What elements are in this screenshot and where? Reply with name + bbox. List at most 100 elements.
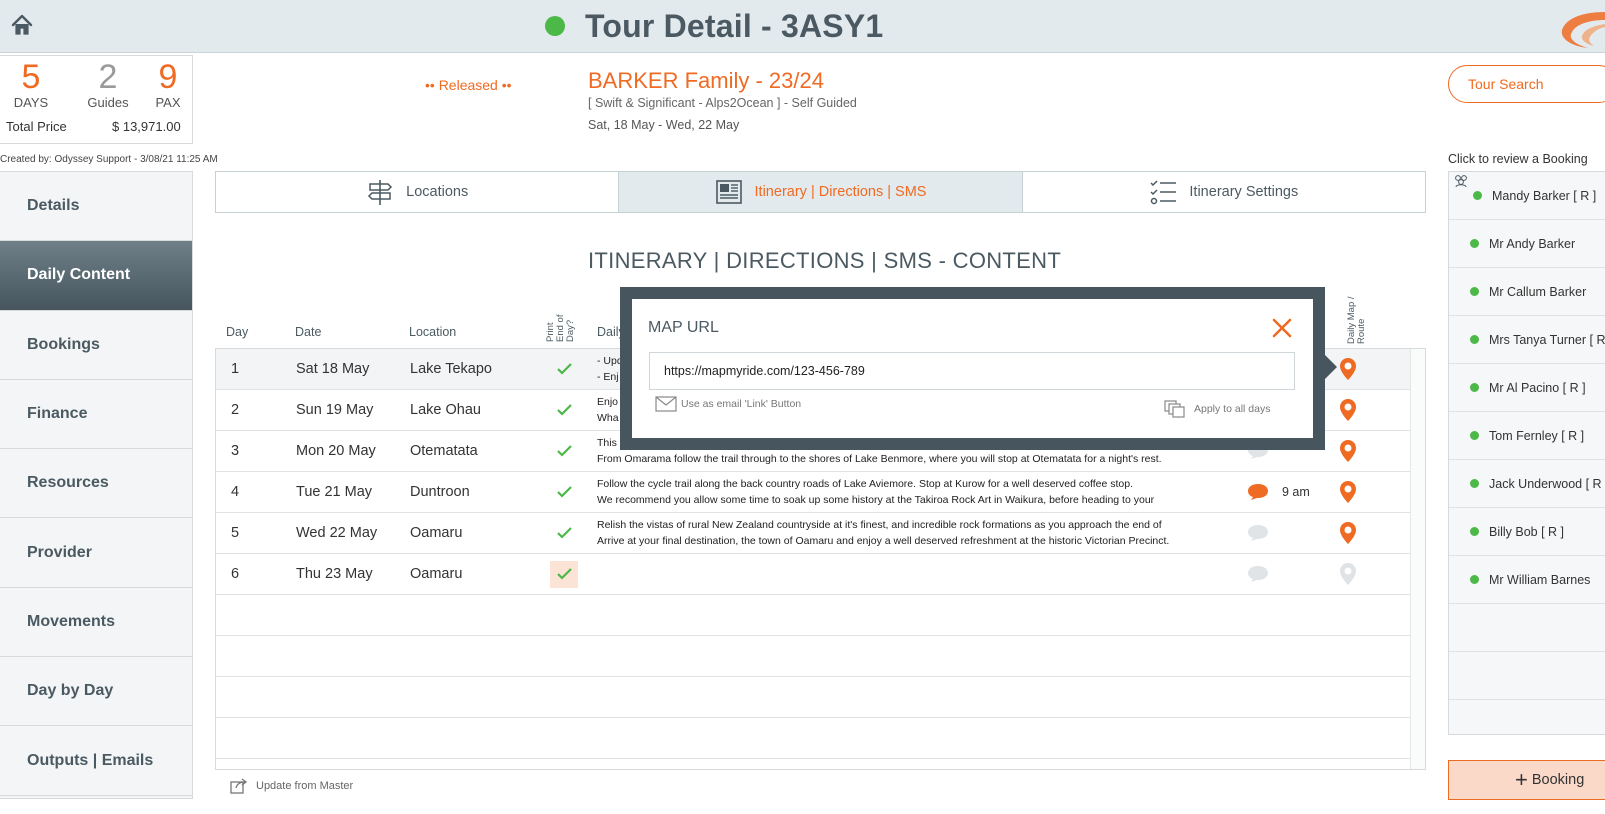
sms-time: 9 am (1282, 485, 1310, 499)
day-location: Oamaru (410, 525, 463, 541)
sidebar-item-movements[interactable]: Movements (0, 587, 192, 658)
booking-item[interactable]: Mr Al Pacino [ R ] (1449, 364, 1605, 412)
checkbox[interactable] (550, 560, 578, 588)
day-date: Sun 19 May (296, 402, 374, 418)
booking-item[interactable]: Mr Andy Barker (1449, 220, 1605, 268)
daily-content-line-2: Arrive at your final destination, the to… (597, 535, 1170, 547)
apply-to-all-days-label: Apply to all days (1194, 403, 1271, 415)
tab-locations-label: Locations (406, 184, 469, 200)
tour-name: BARKER Family - 23/24 (588, 68, 824, 93)
booking-item[interactable]: Jack Underwood [ R (1449, 460, 1605, 508)
sidebar-item-day-by-day[interactable]: Day by Day (0, 657, 192, 727)
day-number: 5 (231, 525, 240, 541)
checkbox[interactable] (550, 356, 578, 383)
add-booking-button[interactable]: + Booking (1448, 760, 1605, 800)
sidebar-item-finance[interactable]: Finance (0, 379, 192, 450)
column-header-print: Print End of Day? (545, 314, 576, 342)
sms-toggle[interactable] (1246, 472, 1270, 512)
column-header-location: Location (409, 325, 457, 339)
map-url-modal: MAP URL Use as email 'Link' Button Apply… (620, 287, 1325, 450)
daily-map-route[interactable] (1337, 472, 1359, 512)
sms-toggle[interactable] (1246, 554, 1270, 594)
booking-item[interactable]: Tom Fernley [ R ] (1449, 412, 1605, 460)
day-location: Otematata (410, 443, 478, 459)
print-end-of-day[interactable] (550, 472, 578, 512)
modal-title: MAP URL (648, 319, 719, 336)
tab-locations[interactable]: Locations (216, 172, 620, 212)
checkmark-icon (556, 527, 572, 539)
checklist-icon (1150, 180, 1177, 205)
checkbox[interactable] (550, 479, 578, 506)
sidebar-item-resources[interactable]: Resources (0, 449, 192, 519)
table-scrollbar[interactable] (1410, 349, 1425, 769)
checkbox[interactable] (550, 397, 578, 424)
brand-logo (1561, 12, 1605, 48)
booking-status-dot (1470, 335, 1479, 344)
tour-search-button[interactable]: Tour Search (1448, 65, 1605, 103)
plus-icon: + (1515, 767, 1528, 792)
tab-itinerary-settings[interactable]: Itinerary Settings (1023, 172, 1425, 212)
day-location: Lake Ohau (410, 402, 481, 418)
speech-bubble-icon (1248, 566, 1268, 582)
close-icon[interactable] (1272, 318, 1292, 338)
checkmark-icon (556, 404, 572, 416)
table-row[interactable]: 4 Tue 21 May Duntroon Follow the cycle trai… (216, 472, 1410, 513)
checkbox[interactable] (550, 438, 578, 465)
pax-label: PAX (155, 95, 181, 110)
table-row[interactable]: 6 Thu 23 May Oamaru (216, 554, 1410, 595)
column-header-date: Date (295, 325, 322, 339)
email-link-label: Use as email 'Link' Button (681, 398, 802, 410)
modal-pointer (1325, 355, 1337, 379)
day-number: 3 (231, 443, 240, 459)
booking-item[interactable]: Mrs Tanya Turner [ R (1449, 316, 1605, 364)
list-item-empty (1449, 604, 1605, 652)
map-pin-icon (1340, 440, 1356, 462)
tour-summary: 5 DAYS 2 Guides 9 PAX Total Price $ 13,9… (0, 55, 193, 144)
daily-map-route[interactable] (1337, 513, 1359, 553)
sidebar-item-provider[interactable]: Provider (0, 518, 192, 588)
print-end-of-day[interactable] (550, 390, 578, 430)
print-end-of-day[interactable] (550, 513, 578, 553)
sidebar-item-daily-content[interactable]: Daily Content (0, 241, 192, 311)
update-from-master-label: Update from Master (256, 780, 354, 792)
day-date: Tue 21 May (296, 484, 373, 500)
checkmark-icon (556, 445, 572, 457)
print-end-of-day[interactable] (550, 349, 578, 389)
signpost-icon (368, 180, 393, 205)
daily-map-route[interactable] (1337, 554, 1359, 594)
print-end-of-day[interactable] (550, 554, 578, 594)
booking-name: Jack Underwood [ R (1489, 476, 1602, 491)
days-value: 5 (21, 58, 41, 96)
daily-map-route[interactable] (1337, 349, 1359, 389)
daily-content[interactable] (597, 554, 1197, 594)
email-link-option[interactable]: Use as email 'Link' Button (655, 396, 801, 412)
daily-content[interactable]: Relish the vistas of rural New Zealand c… (597, 513, 1197, 553)
day-number: 4 (231, 484, 240, 500)
daily-map-route[interactable] (1337, 431, 1359, 471)
sms-toggle[interactable] (1246, 513, 1270, 553)
list-item-empty (1449, 652, 1605, 700)
booking-item[interactable]: Mr William Barnes (1449, 556, 1605, 604)
day-date: Mon 20 May (296, 443, 376, 459)
apply-to-all-days-button[interactable]: Apply to all days (1164, 400, 1270, 418)
copy-icon (1164, 400, 1185, 418)
tab-itinerary-label: Itinerary | Directions | SMS (754, 184, 927, 200)
print-end-of-day[interactable] (550, 431, 578, 471)
checkbox[interactable] (550, 520, 578, 547)
newspaper-icon (715, 180, 742, 204)
sidebar-item-bookings[interactable]: Bookings (0, 310, 192, 380)
home-icon[interactable] (10, 13, 34, 37)
table-row[interactable]: 5 Wed 22 May Oamaru Relish the vistas of ru… (216, 513, 1410, 554)
booking-item[interactable]: Billy Bob [ R ] (1449, 508, 1605, 556)
booking-item[interactable]: Mr Callum Barker (1449, 268, 1605, 316)
map-url-input[interactable] (649, 352, 1295, 390)
daily-map-route[interactable] (1337, 390, 1359, 430)
speech-bubble-icon (1248, 484, 1268, 500)
tab-itinerary[interactable]: Itinerary | Directions | SMS (619, 172, 1023, 212)
update-from-master-button[interactable]: Update from Master (230, 778, 353, 794)
booking-item[interactable]: Mandy Barker [ R ] (1449, 172, 1605, 220)
daily-content[interactable]: Follow the cycle trail along the back co… (597, 472, 1197, 512)
sidebar-item-details[interactable]: Details (0, 172, 192, 242)
day-date: Thu 23 May (296, 566, 373, 582)
sidebar-item-outputs-emails[interactable]: Outputs | Emails (0, 726, 192, 796)
